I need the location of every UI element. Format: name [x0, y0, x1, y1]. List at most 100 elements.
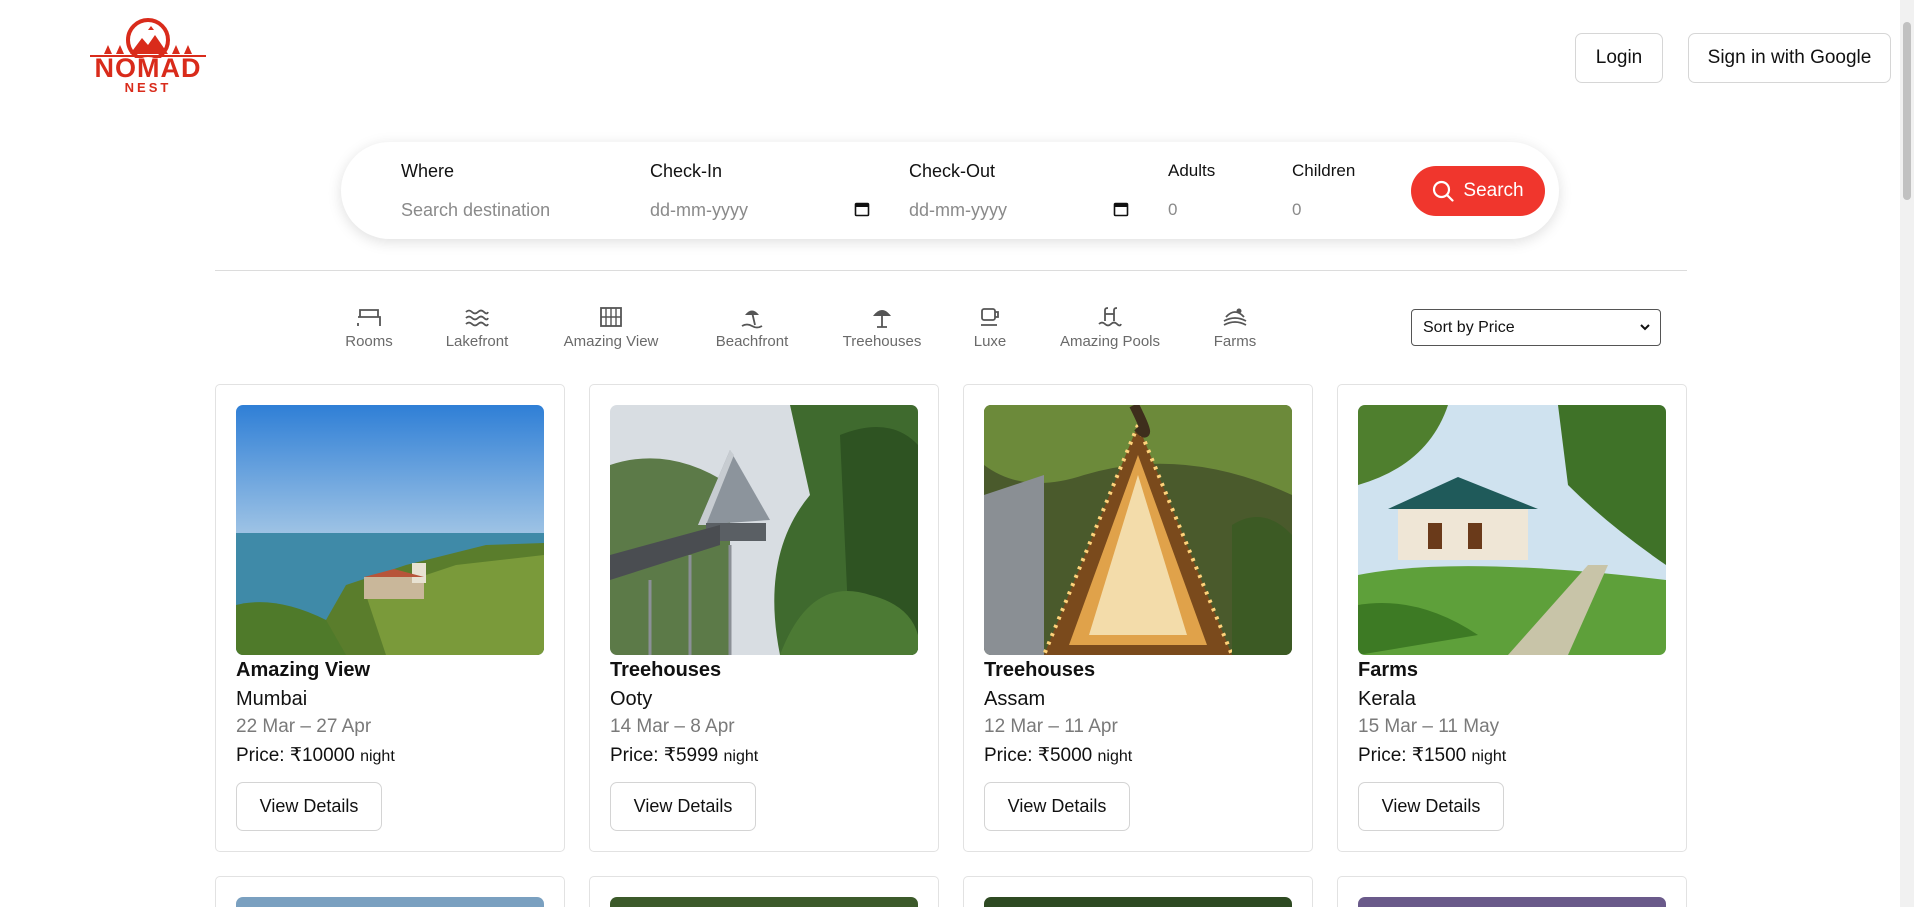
listing-card[interactable]: Treehouses Assam 12 Mar – 11 Apr Price: … [963, 384, 1313, 852]
filter-label: Rooms [345, 333, 393, 350]
price-prefix: Price: [610, 745, 664, 766]
listing-location: Kerala [1358, 688, 1416, 710]
listing-card[interactable]: Amazing View Mumbai 22 Mar – 27 Apr Pric… [215, 384, 565, 852]
listing-card-partial[interactable] [589, 876, 939, 907]
view-details-button[interactable]: View Details [236, 782, 382, 831]
price-unit: night [723, 748, 759, 765]
chevron-down-icon [1640, 324, 1650, 331]
filter-label: Amazing Pools [1059, 333, 1161, 350]
filter-lakefront[interactable]: Lakefront [441, 305, 513, 350]
price-prefix: Price: [236, 745, 290, 766]
filter-label: Farms [1213, 333, 1257, 350]
price-amount: ₹5000 [1037, 745, 1093, 766]
children-field[interactable]: Children 0 [1292, 160, 1392, 221]
search-icon [1433, 180, 1454, 202]
price-unit: night [1097, 748, 1133, 765]
checkout-label: Check-Out [909, 161, 996, 181]
listing-category: Amazing View [236, 659, 371, 681]
luxe-cup-icon [981, 308, 999, 326]
listing-photo-partial [984, 897, 1292, 907]
filter-luxe[interactable]: Luxe [970, 305, 1010, 350]
price-unit: night [1471, 748, 1507, 765]
price-unit: night [360, 748, 395, 765]
pool-icon [1098, 307, 1122, 327]
listing-card[interactable]: Farms Kerala 15 Mar – 11 May Price: ₹150… [1337, 384, 1687, 852]
listing-dates: 15 Mar – 11 May [1358, 716, 1500, 737]
where-label: Where [401, 161, 455, 181]
price-prefix: Price: [984, 745, 1038, 766]
logo-wordmark: NOMAD [94, 53, 202, 83]
window-view-icon [600, 307, 622, 327]
listing-card-partial[interactable] [215, 876, 565, 907]
calendar-icon[interactable] [854, 201, 870, 217]
filter-rooms[interactable]: Rooms [344, 305, 394, 350]
view-details-button[interactable]: View Details [984, 782, 1130, 831]
nomad-nest-logo[interactable]: NOMAD NEST [84, 18, 212, 96]
listing-price: Price: ₹5000 night [984, 744, 1132, 767]
login-button[interactable]: Login [1575, 33, 1663, 83]
sort-selected-value: Sort by Price [1423, 318, 1515, 336]
checkout-input[interactable]: dd-mm-yyyy [909, 199, 1129, 221]
listing-card[interactable]: Treehouses Ooty 14 Mar – 8 Apr Price: ₹5… [589, 384, 939, 852]
scrollbar-thumb[interactable] [1903, 22, 1911, 200]
adults-field[interactable]: Adults 0 [1168, 160, 1268, 221]
filter-amazing-view[interactable]: Amazing View [561, 305, 661, 350]
listing-category: Farms [1358, 659, 1419, 681]
calendar-icon[interactable] [1113, 201, 1129, 217]
search-button-label: Search [1463, 180, 1524, 201]
listing-price: Price: ₹10000 night [236, 744, 395, 767]
lit-a-frame-cabin-photo[interactable] [984, 405, 1292, 655]
vertical-scrollbar[interactable] [1900, 0, 1914, 907]
listing-card-partial[interactable] [1337, 876, 1687, 907]
listing-card-partial[interactable] [963, 876, 1313, 907]
listing-photo-partial [1358, 897, 1666, 907]
price-amount: ₹10000 [289, 745, 355, 766]
checkin-label: Check-In [650, 161, 723, 181]
listing-location: Mumbai [236, 688, 308, 710]
listing-photo-partial [236, 897, 544, 907]
farm-icon [1223, 308, 1247, 326]
tree-icon [873, 310, 891, 328]
checkin-input[interactable]: dd-mm-yyyy [650, 199, 870, 221]
where-field[interactable]: Where Search destination [401, 160, 601, 221]
listing-price: Price: ₹5999 night [610, 744, 758, 767]
adults-label: Adults [1168, 161, 1216, 180]
mountain-logo-icon [90, 18, 206, 58]
filter-farms[interactable]: Farms [1212, 305, 1258, 350]
price-amount: ₹1500 [1411, 745, 1467, 766]
checkin-field[interactable]: Check-In dd-mm-yyyy [650, 160, 870, 221]
waves-icon [465, 309, 489, 327]
a-frame-treehouse-photo[interactable] [610, 405, 918, 655]
google-signin-button[interactable]: Sign in with Google [1688, 33, 1891, 83]
children-label: Children [1292, 161, 1356, 180]
search-button[interactable]: Search [1411, 166, 1545, 216]
kerala-farmhouse-photo[interactable] [1358, 405, 1666, 655]
listing-location: Assam [984, 688, 1046, 710]
filter-amazing-pools[interactable]: Amazing Pools [1058, 305, 1162, 350]
listing-category: Treehouses [610, 659, 722, 681]
sort-select[interactable]: Sort by Price [1411, 309, 1661, 346]
children-input[interactable]: 0 [1292, 199, 1392, 221]
listing-dates: 22 Mar – 27 Apr [236, 716, 372, 737]
filter-beachfront[interactable]: Beachfront [711, 305, 793, 350]
filter-label: Treehouses [842, 333, 922, 350]
where-input[interactable]: Search destination [401, 199, 601, 221]
filter-treehouses[interactable]: Treehouses [840, 305, 924, 350]
price-prefix: Price: [1358, 745, 1412, 766]
filter-label: Amazing View [563, 333, 659, 350]
price-amount: ₹5999 [663, 745, 719, 766]
coastal-fort-photo[interactable] [236, 405, 544, 655]
checkout-field[interactable]: Check-Out dd-mm-yyyy [909, 160, 1129, 221]
listing-location: Ooty [610, 688, 653, 710]
beach-umbrella-icon [741, 310, 763, 329]
adults-input[interactable]: 0 [1168, 199, 1268, 221]
listing-category: Treehouses [984, 659, 1096, 681]
listing-photo-partial [610, 897, 918, 907]
filter-label: Beachfront [715, 333, 789, 350]
listing-dates: 14 Mar – 8 Apr [610, 716, 735, 737]
listing-price: Price: ₹1500 night [1358, 744, 1506, 767]
view-details-button[interactable]: View Details [1358, 782, 1504, 831]
view-details-button[interactable]: View Details [610, 782, 756, 831]
filter-label: Luxe [973, 333, 1007, 350]
logo-subtitle: NEST [124, 80, 172, 95]
